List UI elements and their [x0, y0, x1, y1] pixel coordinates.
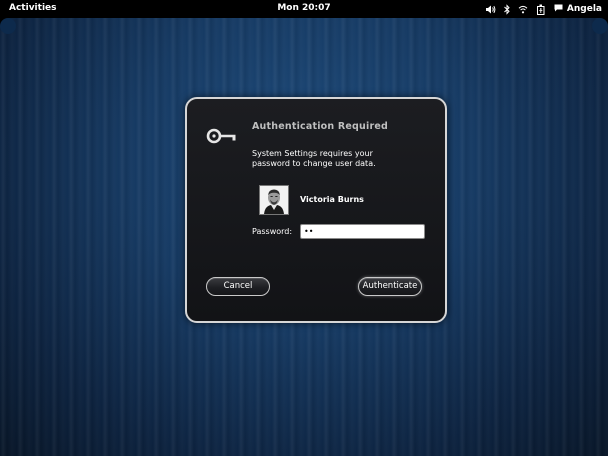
authentication-dialog: Authentication Required System Settings … — [185, 97, 447, 323]
password-label: Password: — [252, 227, 293, 236]
desktop-background: Activities Mon 20:07 Angela Authenticati… — [0, 0, 608, 456]
screen-corner-left — [0, 18, 16, 34]
user-name-label: Angela — [566, 4, 602, 14]
key-icon — [206, 126, 238, 146]
password-input[interactable]: •• — [300, 224, 425, 239]
accessibility-icon[interactable] — [536, 4, 546, 15]
activities-button[interactable]: Activities — [9, 3, 57, 13]
dialog-title: Authentication Required — [252, 121, 388, 132]
dialog-message: System Settings requires your password t… — [252, 149, 376, 168]
top-bar: Activities Mon 20:07 Angela — [0, 0, 608, 18]
bluetooth-icon[interactable] — [504, 3, 510, 15]
status-area: Angela — [485, 2, 602, 16]
user-avatar — [259, 185, 289, 215]
user-menu[interactable]: Angela — [554, 4, 602, 15]
wifi-icon[interactable] — [518, 5, 528, 14]
user-full-name: Victoria Burns — [300, 195, 364, 204]
screen-corner-right — [592, 18, 608, 34]
cancel-button[interactable]: Cancel — [206, 277, 270, 296]
volume-icon[interactable] — [485, 5, 496, 14]
authenticate-button[interactable]: Authenticate — [358, 277, 422, 296]
chat-bubble-icon — [554, 4, 563, 15]
